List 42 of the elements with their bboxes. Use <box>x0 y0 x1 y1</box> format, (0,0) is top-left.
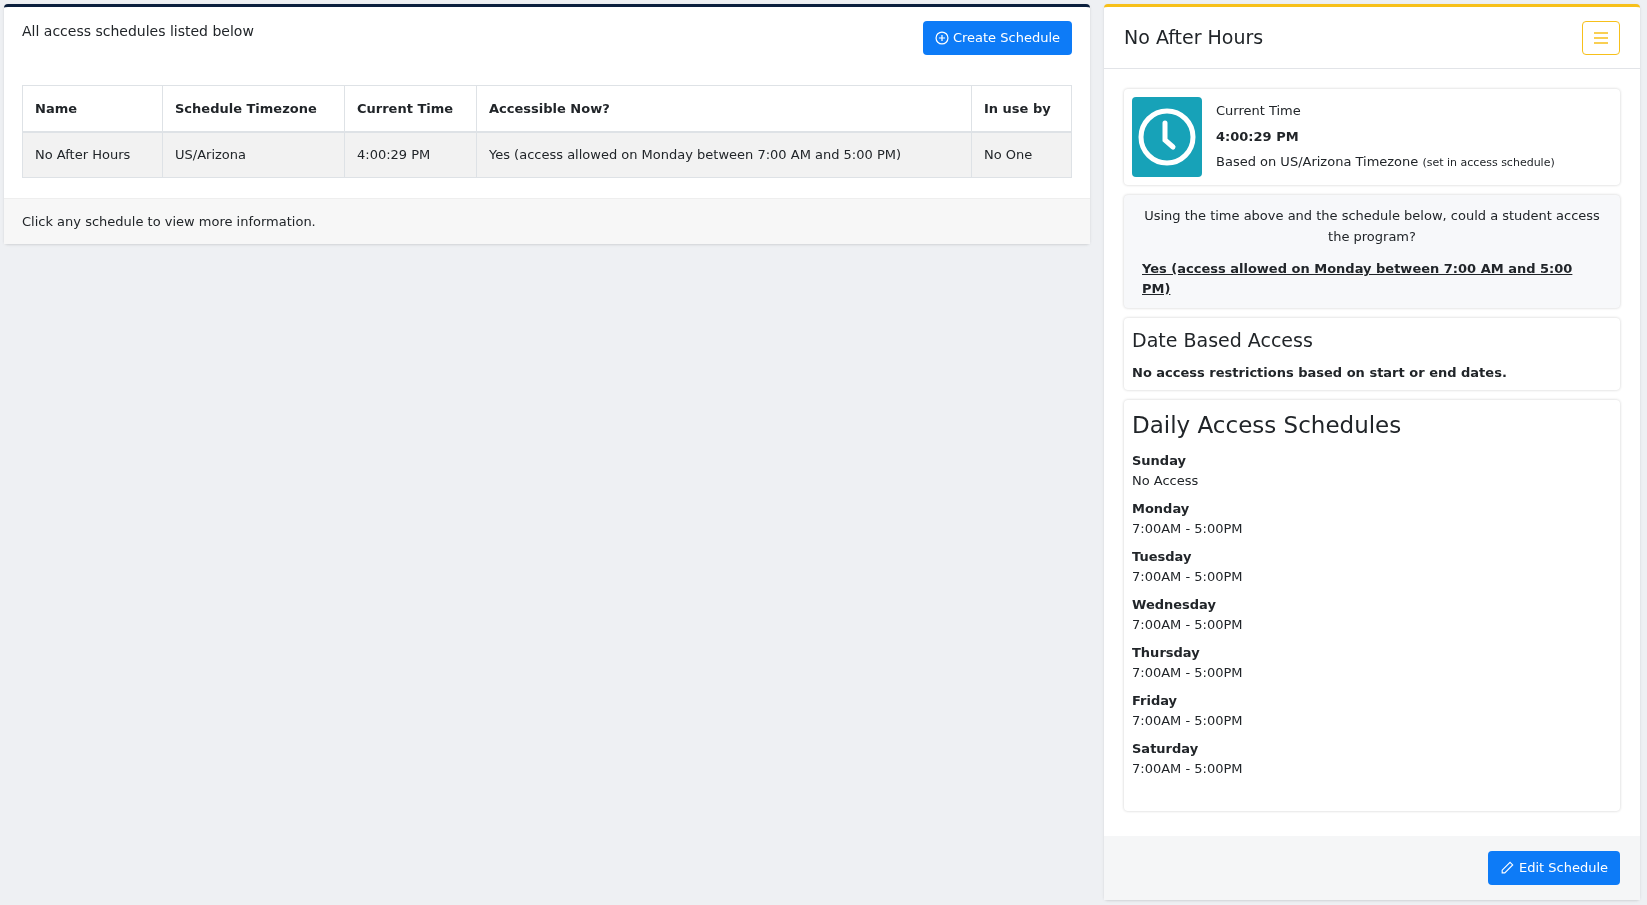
day-name: Wednesday <box>1132 595 1217 614</box>
access-question: Using the time above and the schedule below, could a student access the program? <box>1143 207 1601 246</box>
table-cell: Yes (access allowed on Monday between 7:00 AM and 5:00 PM) <box>476 131 972 178</box>
time-label: Current Time <box>1216 102 1302 120</box>
day-name: Saturday <box>1132 739 1200 758</box>
table-cell: No After Hours <box>22 131 163 178</box>
card-title: Daily Access Schedules <box>1132 411 1403 440</box>
day-name: Monday <box>1132 499 1191 518</box>
current-time: 4:00:29 PM <box>1216 127 1300 146</box>
clock-icon <box>1132 97 1202 177</box>
day-name: Thursday <box>1132 643 1201 662</box>
column-header: Current Time <box>344 85 477 132</box>
menu-button[interactable] <box>1582 20 1620 55</box>
menu-icon <box>1594 31 1608 44</box>
plus-circle-icon <box>934 31 949 45</box>
column-header: Name <box>22 85 163 132</box>
panel-heading: All access schedules listed below <box>22 22 254 41</box>
edit-schedule-button[interactable]: Edit Schedule <box>1487 851 1620 885</box>
day-hours: 7:00AM - 5:00PM <box>1132 519 1244 538</box>
table-cell: US/Arizona <box>162 131 345 178</box>
day-hours: No Access <box>1132 471 1200 490</box>
day-hours: 7:00AM - 5:00PM <box>1132 567 1244 586</box>
access-answer: Yes (access allowed on Monday between 7:00 AM and 5:00 PM) <box>1142 260 1574 298</box>
day-hours: 7:00AM - 5:00PM <box>1132 711 1244 730</box>
column-header: Schedule Timezone <box>162 85 345 132</box>
date-restriction-text: No access restrictions based on start or end dates. <box>1132 363 1508 382</box>
create-schedule-button[interactable]: Create Schedule <box>922 21 1072 55</box>
footer-hint: Click any schedule to view more information. <box>22 212 316 231</box>
table-cell: 4:00:29 PM <box>344 131 477 178</box>
day-hours: 7:00AM - 5:00PM <box>1132 615 1244 634</box>
column-header: In use by <box>971 85 1072 132</box>
day-name: Tuesday <box>1132 547 1193 566</box>
column-header: Accessible Now? <box>476 85 972 132</box>
table-cell: No One <box>971 131 1072 178</box>
day-hours: 7:00AM - 5:00PM <box>1132 759 1244 778</box>
pencil-icon <box>1499 861 1514 875</box>
timezone-note: Based on US/Arizona Timezone (set in access schedule) <box>1216 153 1555 171</box>
card-title: Date Based Access <box>1132 328 1314 353</box>
day-name: Sunday <box>1132 451 1188 470</box>
day-name: Friday <box>1132 691 1179 710</box>
panel-title: No After Hours <box>1124 25 1264 51</box>
day-hours: 7:00AM - 5:00PM <box>1132 663 1244 682</box>
